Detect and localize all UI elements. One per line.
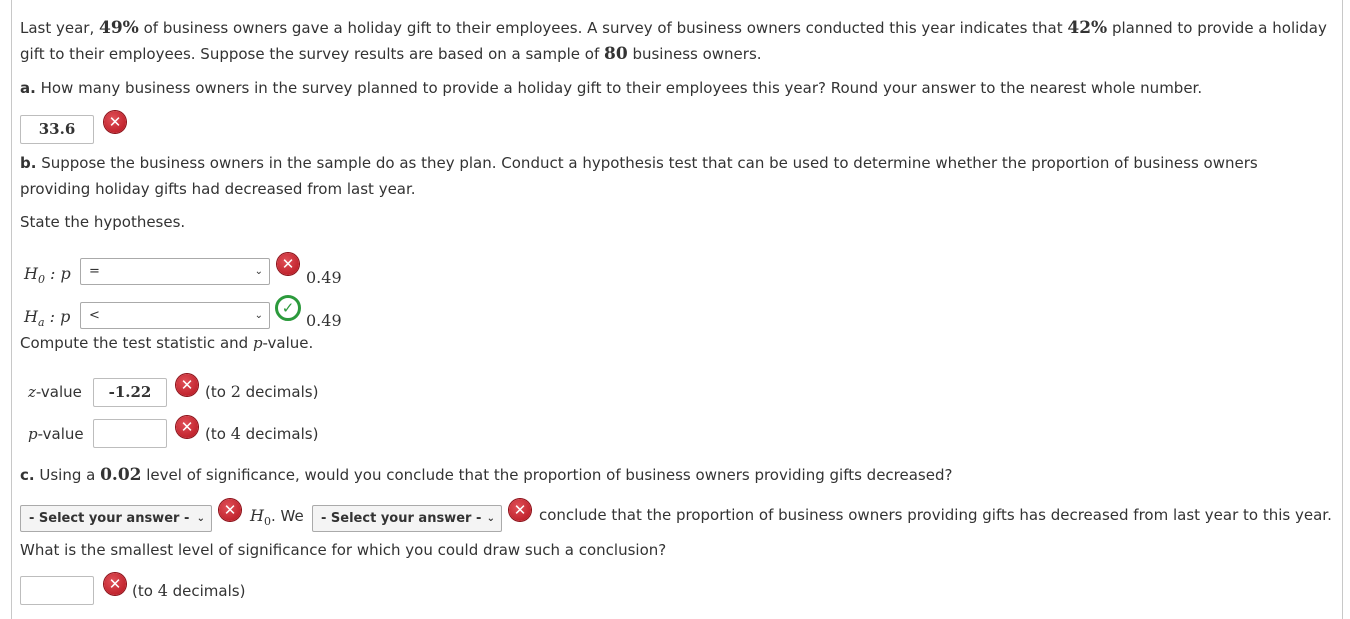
wrong-icon: ✕ — [176, 416, 198, 438]
intro-line-1: Last year, 49% of business owners gave a… — [20, 18, 1327, 38]
wrong-icon: ✕ — [176, 374, 198, 396]
smallest-significance-hint: (to 4 decimals) — [132, 581, 246, 600]
p-value-input[interactable] — [93, 419, 167, 448]
conclusion-text: conclude that the proportion of business… — [539, 506, 1332, 524]
z-value-input[interactable]: -1.22 — [93, 378, 167, 407]
h0-label: H0 : p — [24, 264, 71, 287]
p-value-hint: (to 4 decimals) — [205, 424, 319, 443]
h0-operator-select[interactable]: = ⌄ — [80, 258, 270, 285]
wrong-icon: ✕ — [509, 499, 531, 521]
ha-value: 0.49 — [306, 311, 342, 330]
ha-operator-select[interactable]: < ⌄ — [80, 302, 270, 329]
compute-label: Compute the test statistic and p-value. — [20, 334, 314, 352]
smallest-significance-input[interactable] — [20, 576, 94, 605]
part-c-question: c. Using a 0.02 level of significance, w… — [20, 465, 953, 485]
last-year-percent: 49% — [99, 18, 139, 38]
reject-decision-select[interactable]: - Select your answer - ⌄ — [20, 505, 212, 532]
p-value-label: p-value — [28, 425, 84, 443]
conclude-decision-select[interactable]: - Select your answer - ⌄ — [312, 505, 502, 532]
intro-line-2: gift to their employees. Suppose the sur… — [20, 44, 762, 64]
part-a-question: a. How many business owners in the surve… — [20, 79, 1203, 97]
h0-we-text: H0. We — [250, 506, 304, 528]
chevron-down-icon: ⌄ — [254, 310, 263, 321]
wrong-icon: ✕ — [104, 111, 126, 133]
chevron-down-icon: ⌄ — [486, 513, 495, 524]
this-year-percent: 42% — [1067, 18, 1108, 38]
part-b-text-1: b. Suppose the business owners in the sa… — [20, 154, 1258, 172]
wrong-icon: ✕ — [219, 499, 241, 521]
z-value-hint: (to 2 decimals) — [205, 382, 319, 401]
correct-icon: ✓ — [275, 295, 301, 321]
ha-label: Ha : p — [24, 307, 71, 330]
wrong-icon: ✕ — [104, 573, 126, 595]
state-hypotheses-label: State the hypotheses. — [20, 213, 186, 231]
h0-value: 0.49 — [306, 268, 342, 287]
wrong-icon: ✕ — [277, 253, 299, 275]
smallest-significance-question: What is the smallest level of significan… — [20, 541, 667, 559]
chevron-down-icon: ⌄ — [196, 513, 205, 524]
part-b-text-2: providing holiday gifts had decreased fr… — [20, 180, 416, 198]
part-a-answer-input[interactable]: 33.6 — [20, 115, 94, 144]
sample-size: 80 — [604, 44, 628, 64]
z-value-label: z-value — [28, 383, 82, 401]
chevron-down-icon: ⌄ — [254, 266, 263, 277]
alpha-value: 0.02 — [100, 465, 142, 485]
